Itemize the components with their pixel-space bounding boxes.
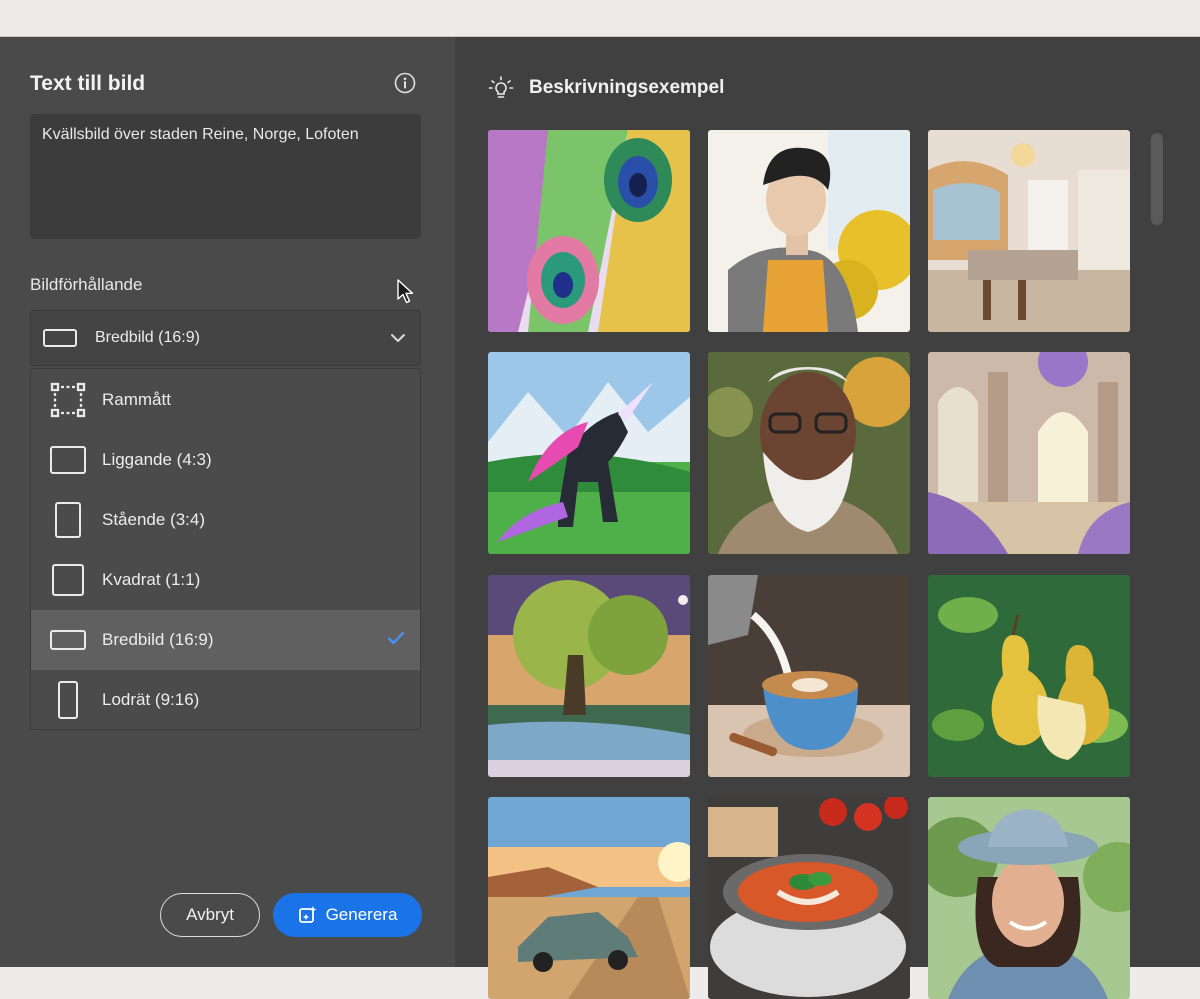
scrollbar-thumb[interactable]	[1151, 133, 1163, 225]
aspect-ratio-menu: Rammått Liggande (4:3) Stående (3:4) Kva…	[30, 368, 421, 730]
example-vintage-car[interactable]	[488, 797, 690, 999]
menu-item-liggande[interactable]: Liggande (4:3)	[31, 430, 420, 490]
lightbulb-icon	[488, 76, 514, 98]
example-pears[interactable]	[928, 575, 1130, 777]
examples-title: Beskrivningsexempel	[529, 77, 725, 98]
example-lavender-hall[interactable]	[928, 352, 1130, 554]
portrait-icon	[55, 502, 81, 538]
generate-sparkle-icon	[298, 906, 317, 923]
generate-button[interactable]: Generera	[273, 893, 422, 937]
example-kitchen-interior[interactable]	[928, 130, 1130, 332]
cancel-button[interactable]: Avbryt	[160, 893, 260, 937]
menu-item-label: Lodrät (9:16)	[102, 690, 200, 709]
menu-item-label: Liggande (4:3)	[102, 450, 212, 469]
panel-title: Text till bild	[30, 72, 146, 95]
prompt-text: Kvällsbild över staden Reine, Norge, Lof…	[42, 126, 359, 143]
example-sketched-man[interactable]	[708, 130, 910, 332]
aspect-ratio-dropdown[interactable]: Bredbild (16:9)	[30, 310, 421, 366]
prompt-textarea[interactable]: Kvällsbild över staden Reine, Norge, Lof…	[30, 114, 421, 239]
example-woman-sun-hat[interactable]	[928, 797, 1130, 999]
menu-item-label: Rammått	[102, 390, 171, 409]
menu-item-lodrat[interactable]: Lodrät (9:16)	[31, 670, 420, 729]
landscape-icon	[50, 446, 86, 474]
checkmark-icon	[387, 631, 405, 645]
example-latte[interactable]	[708, 575, 910, 777]
mouse-pointer-icon	[397, 279, 414, 304]
menu-item-label: Bredbild (16:9)	[102, 630, 214, 649]
example-unicorn[interactable]	[488, 352, 690, 554]
menu-item-kvadrat[interactable]: Kvadrat (1:1)	[31, 550, 420, 610]
window-titlebar	[0, 0, 1200, 37]
info-icon[interactable]	[394, 72, 416, 94]
widescreen-icon	[50, 630, 86, 650]
widescreen-icon	[43, 329, 77, 347]
example-peacock-feathers[interactable]	[488, 130, 690, 332]
examples-panel: Beskrivningsexempel	[455, 37, 1200, 999]
example-bearded-man[interactable]	[708, 352, 910, 554]
crop-frame-icon	[50, 382, 86, 418]
menu-item-label: Kvadrat (1:1)	[102, 570, 201, 589]
examples-scrollbar[interactable]	[1150, 130, 1164, 967]
example-willow-tree[interactable]	[488, 575, 690, 777]
menu-item-label: Stående (3:4)	[102, 510, 206, 529]
aspect-ratio-selected-value: Bredbild (16:9)	[95, 329, 200, 346]
menu-item-staende[interactable]: Stående (3:4)	[31, 490, 420, 550]
text-to-image-panel: Text till bild Kvällsbild över staden Re…	[0, 37, 455, 967]
generate-button-label: Generera	[325, 905, 398, 924]
chevron-down-icon	[391, 334, 405, 342]
square-icon	[52, 564, 84, 596]
menu-item-rammatt[interactable]: Rammått	[31, 370, 420, 430]
vertical-icon	[58, 681, 78, 719]
menu-item-bredbild[interactable]: Bredbild (16:9)	[31, 610, 420, 670]
example-tomato-soup[interactable]	[708, 797, 910, 999]
aspect-ratio-label: Bildförhållande	[30, 275, 143, 294]
